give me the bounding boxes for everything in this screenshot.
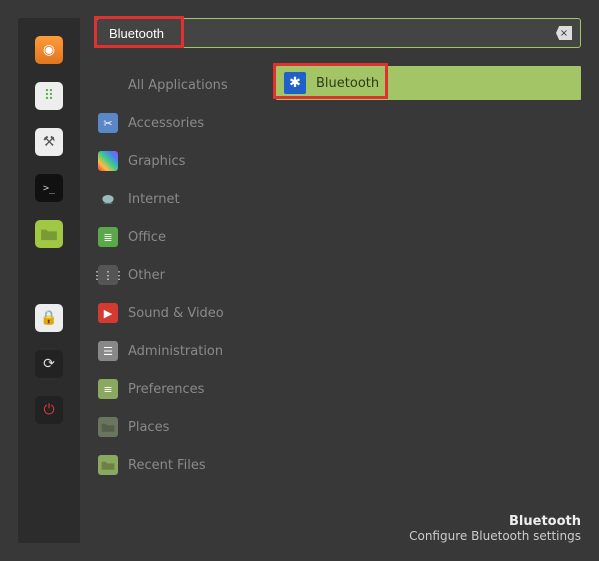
accessories-icon: ✂ xyxy=(98,113,118,133)
search-input[interactable] xyxy=(105,26,556,41)
status-footer: Bluetooth Configure Bluetooth settings xyxy=(409,514,581,543)
category-internet[interactable]: Internet xyxy=(96,180,256,218)
administration-icon: ☰ xyxy=(98,341,118,361)
category-office[interactable]: ≣ Office xyxy=(96,218,256,256)
other-icon: ⋮⋮⋮ xyxy=(98,265,118,285)
category-graphics[interactable]: Graphics xyxy=(96,142,256,180)
category-label: Internet xyxy=(128,192,180,207)
bluetooth-icon: ✱ xyxy=(284,72,306,94)
category-label: Administration xyxy=(128,344,223,359)
category-label: Accessories xyxy=(128,116,204,131)
search-row: × xyxy=(96,18,581,48)
category-label: Office xyxy=(128,230,166,245)
category-label: Recent Files xyxy=(128,458,206,473)
backspace-icon: × xyxy=(560,28,568,39)
menu-columns: All Applications ✂ Accessories Graphics … xyxy=(96,66,581,484)
category-recent-files[interactable]: Recent Files xyxy=(96,446,256,484)
preferences-icon: ≡ xyxy=(98,379,118,399)
footer-description: Configure Bluetooth settings xyxy=(409,529,581,543)
office-icon: ≣ xyxy=(98,227,118,247)
apps-icon[interactable]: ⠿ xyxy=(35,82,63,110)
sound-video-icon: ▶ xyxy=(98,303,118,323)
main-panel: × All Applications ✂ Accessories Graphic… xyxy=(96,18,581,543)
power-icon[interactable]: ⏻ xyxy=(35,396,63,424)
all-apps-icon xyxy=(98,75,118,95)
clear-search-button[interactable]: × xyxy=(556,26,572,40)
category-list: All Applications ✂ Accessories Graphics … xyxy=(96,66,256,484)
result-label: Bluetooth xyxy=(316,76,379,91)
update-icon[interactable]: ⟳ xyxy=(35,350,63,378)
files-icon[interactable] xyxy=(35,220,63,248)
category-label: Graphics xyxy=(128,154,185,169)
places-icon xyxy=(98,417,118,437)
terminal-icon[interactable]: >_ xyxy=(35,174,63,202)
category-administration[interactable]: ☰ Administration xyxy=(96,332,256,370)
firefox-icon[interactable]: ◉ xyxy=(35,36,63,64)
footer-title: Bluetooth xyxy=(409,514,581,529)
category-accessories[interactable]: ✂ Accessories xyxy=(96,104,256,142)
settings-icon[interactable]: ⚒ xyxy=(35,128,63,156)
app-menu: ◉ ⠿ ⚒ >_ 🔒 ⟳ ⏻ × All Applications ✂ xyxy=(0,0,599,561)
category-sound-video[interactable]: ▶ Sound & Video xyxy=(96,294,256,332)
category-label: Places xyxy=(128,420,169,435)
category-places[interactable]: Places xyxy=(96,408,256,446)
results-list: ✱ Bluetooth xyxy=(276,66,581,484)
favorites-sidebar: ◉ ⠿ ⚒ >_ 🔒 ⟳ ⏻ xyxy=(18,18,80,543)
result-bluetooth[interactable]: ✱ Bluetooth xyxy=(276,66,581,100)
category-label: Sound & Video xyxy=(128,306,224,321)
category-preferences[interactable]: ≡ Preferences xyxy=(96,370,256,408)
lock-icon[interactable]: 🔒 xyxy=(35,304,63,332)
internet-icon xyxy=(98,189,118,209)
category-label: Preferences xyxy=(128,382,204,397)
category-all[interactable]: All Applications xyxy=(96,66,256,104)
graphics-icon xyxy=(98,151,118,171)
category-label: Other xyxy=(128,268,165,283)
category-other[interactable]: ⋮⋮⋮ Other xyxy=(96,256,256,294)
category-label: All Applications xyxy=(128,78,228,93)
recent-files-icon xyxy=(98,455,118,475)
